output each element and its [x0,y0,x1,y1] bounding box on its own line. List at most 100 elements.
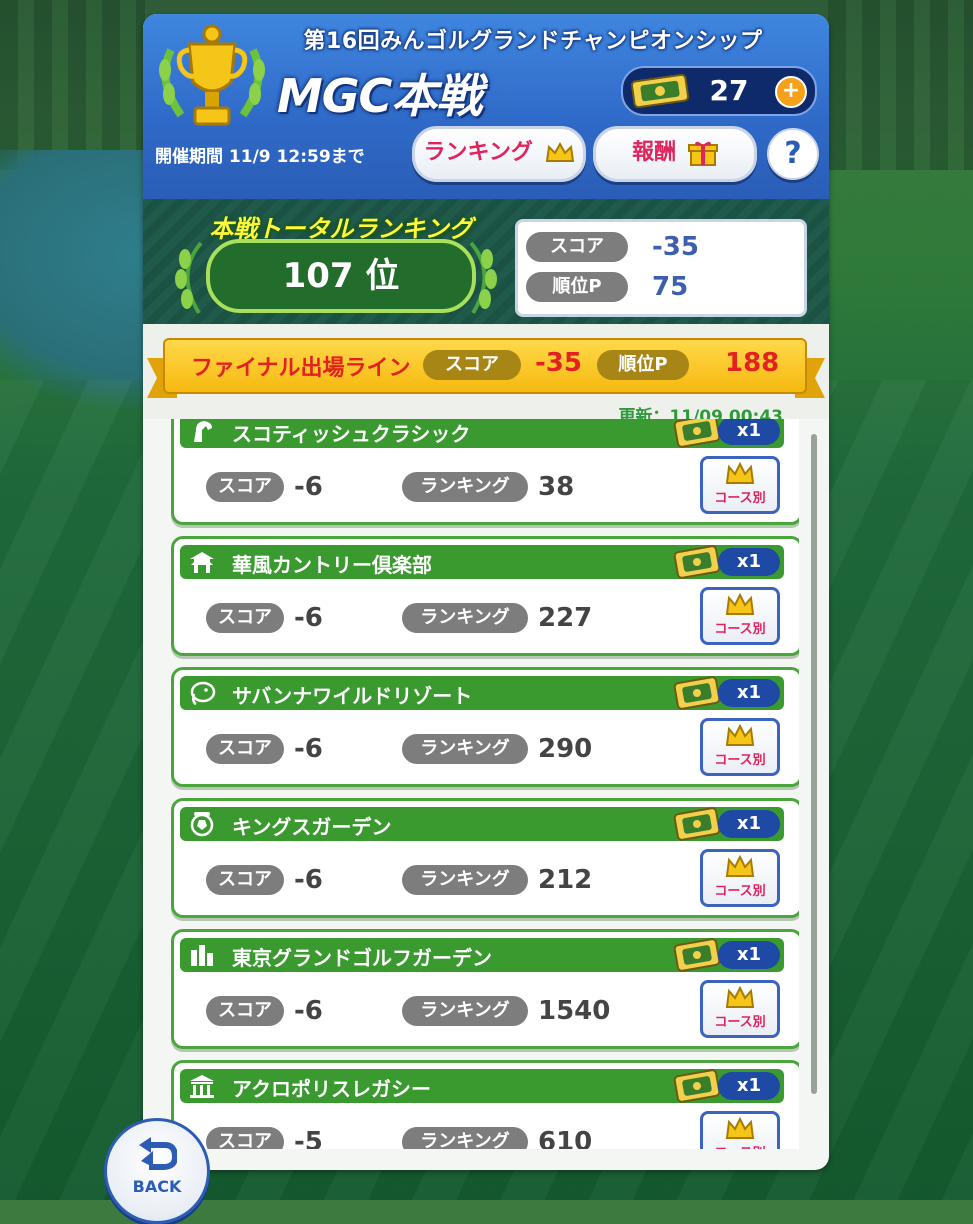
final-score-value: -35 [535,348,582,378]
laurel-right-icon [469,241,497,315]
course-rank-label: ランキング [402,1127,528,1149]
ticket-cost: x1 [718,941,780,969]
course-score-row: スコア -6 [206,603,323,633]
total-score-row: スコア -35 [526,232,699,262]
ticket-icon [673,807,721,841]
back-button-label: BACK [132,1177,182,1196]
ticket-cost: x1 [718,1072,780,1100]
crown-icon [725,854,755,877]
course-card-1: スコティッシュクラシック x1 スコア -6 ランキング 38 コース別 [171,419,799,525]
course-score-value: -6 [294,996,323,1026]
course-score-row: スコア -5 [206,1127,323,1149]
total-ranking-section: 本戦トータルランキング 107 位 スコア -35 順位P 75 [143,199,829,324]
total-score-label: スコア [526,232,628,262]
scroll-thumb[interactable] [811,434,817,1094]
help-button[interactable]: ? [767,128,819,180]
course-rank-value: 290 [538,734,593,764]
course-card-4: キングスガーデン x1 スコア -6 ランキング 212 コース別 [171,798,799,918]
course-ranking-button[interactable]: コース別 [700,456,780,514]
add-ticket-button[interactable]: + [775,76,807,108]
course-score-value: -5 [294,1127,323,1149]
course-ranking-button[interactable]: コース別 [700,718,780,776]
course-score-value: -6 [294,472,323,502]
ticket-icon [673,419,721,448]
total-points-row: 順位P 75 [526,272,688,302]
ticket-cost-badge: x1 [672,1069,780,1103]
ticket-cost-badge: x1 [672,545,780,579]
ticket-cost-badge: x1 [672,938,780,972]
course-rank-row: ランキング 610 [402,1127,592,1149]
event-subtitle: MGC本戦 [277,69,482,123]
event-period: 開催期間 11/9 12:59まで [155,147,365,167]
course-rank-label: ランキング [402,472,528,502]
course-score-row: スコア -6 [206,472,323,502]
crown-icon [725,461,755,484]
course-rank-label: ランキング [402,603,528,633]
total-stats-box: スコア -35 順位P 75 [515,219,807,317]
total-points-value: 75 [652,272,689,302]
elephant-icon [190,681,216,706]
course-rank-row: ランキング 212 [402,865,592,895]
ticket-cost: x1 [718,548,780,576]
ranking-button[interactable]: ランキング [412,126,586,182]
course-name: キングスガーデン [232,815,392,839]
ticket-icon [631,74,689,108]
total-score-value: -35 [652,232,699,262]
course-ranking-button[interactable]: コース別 [700,1111,780,1149]
pagoda-icon [190,552,214,573]
crown-icon [725,723,755,746]
course-rank-value: 212 [538,865,593,895]
ticket-cost-badge: x1 [672,807,780,841]
course-ranking-button-label: コース別 [703,1142,777,1149]
laurel-left-icon [175,241,203,315]
reward-button[interactable]: 報酬 [593,126,757,182]
crown-icon [545,141,574,162]
course-list[interactable]: スコティッシュクラシック x1 スコア -6 ランキング 38 コース別 華風カ… [171,419,799,1149]
ticket-icon [673,545,721,579]
back-arrow-icon [139,1137,177,1170]
course-name: スコティッシュクラシック [232,422,471,446]
course-rank-label: ランキング [402,734,528,764]
ticket-icon [673,676,721,710]
course-card-6: アクロポリスレガシー x1 スコア -5 ランキング 610 コース別 [171,1060,799,1149]
final-line-ribbon: ファイナル出場ライン スコア -35 順位P 188 [163,338,807,394]
course-list-scrollbar[interactable] [811,434,817,1094]
course-score-value: -6 [294,865,323,895]
total-rank-value: 107 位 [206,239,476,313]
ticket-cost: x1 [718,679,780,707]
building-icon [191,945,213,966]
ticket-icon [673,938,721,972]
crown-icon [725,1116,755,1139]
course-ranking-button[interactable]: コース別 [700,980,780,1038]
course-card-2: 華風カントリー倶楽部 x1 スコア -6 ランキング 227 コース別 [171,536,799,656]
course-ranking-button[interactable]: コース別 [700,849,780,907]
course-score-label: スコア [206,996,284,1026]
course-ranking-button-label: コース別 [714,491,766,506]
temple-icon [190,1075,214,1098]
course-score-value: -6 [294,734,323,764]
course-score-row: スコア -6 [206,865,323,895]
crest-icon [190,812,214,837]
course-name: 華風カントリー倶楽部 [232,553,432,577]
course-name: サバンナワイルドリゾート [232,684,473,708]
course-name: 東京グランドゴルフガーデン [232,946,492,970]
ticket-cost-badge: x1 [672,676,780,710]
course-ranking-button-label: コース別 [714,753,766,768]
back-button[interactable]: BACK [104,1118,210,1224]
course-header: 東京グランドゴルフガーデン x1 [180,938,784,972]
course-rank-row: ランキング 1540 [402,996,610,1026]
course-ranking-button[interactable]: コース別 [700,587,780,645]
course-score-row: スコア -6 [206,734,323,764]
course-rank-value: 38 [538,472,575,502]
trophy-icon [159,24,265,126]
total-rank-display: 本戦トータルランキング 107 位 [171,209,501,319]
course-header: 華風カントリー倶楽部 x1 [180,545,784,579]
header: 第16回みんゴルグランドチャンピオンシップ MGC本戦 27 + 開催期間 11… [143,14,829,199]
final-line-label: ファイナル出場ライン [191,356,411,381]
course-rank-row: ランキング 290 [402,734,592,764]
course-rank-value: 610 [538,1127,593,1149]
ticket-cost: x1 [718,810,780,838]
ticket-icon [673,1069,721,1103]
course-score-label: スコア [206,1127,284,1149]
ticket-cost: x1 [718,419,780,445]
